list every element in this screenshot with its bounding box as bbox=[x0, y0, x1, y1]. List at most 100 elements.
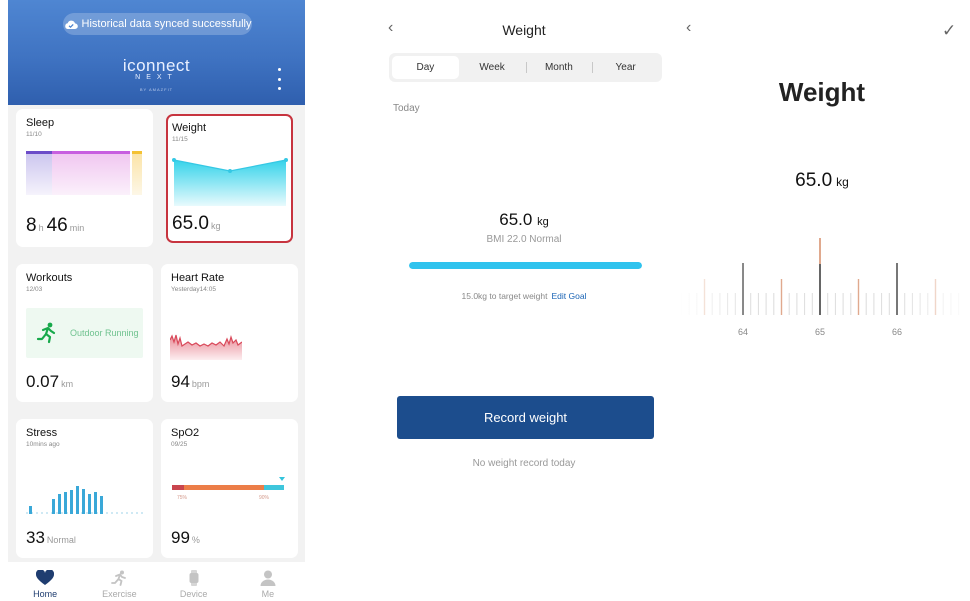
tab-year[interactable]: Year bbox=[592, 56, 659, 79]
weight-point bbox=[172, 158, 176, 162]
nav-label: Exercise bbox=[102, 589, 137, 599]
heart-rate-card[interactable]: Heart Rate Yesterday14:05 94 bpm bbox=[161, 264, 298, 402]
card-date: Yesterday14:05 bbox=[171, 286, 216, 293]
bmi-status: BMI 22.0 Normal bbox=[486, 234, 562, 245]
nav-label: Device bbox=[179, 589, 208, 599]
stress-value: 33 Normal bbox=[26, 528, 76, 547]
spo2-mid-segment bbox=[184, 485, 264, 490]
nav-me[interactable]: Me bbox=[231, 562, 305, 601]
sleep-light-segment bbox=[52, 151, 130, 195]
heart-rate-value: 94 bpm bbox=[171, 372, 210, 391]
weight-point bbox=[284, 158, 288, 162]
workouts-card[interactable]: Workouts 12/03 Outdoor Running 0.07 km bbox=[16, 264, 153, 402]
latest-workout: Outdoor Running bbox=[26, 308, 143, 358]
stress-bar bbox=[82, 489, 85, 514]
page-title: Weight bbox=[502, 22, 546, 38]
record-weight-button[interactable]: Record weight bbox=[397, 396, 654, 439]
weight-card[interactable]: Weight 11/15 65.0 kg bbox=[166, 114, 293, 243]
spo2-card[interactable]: SpO2 09/25 75% 90% 99% bbox=[161, 419, 298, 558]
heart-icon bbox=[36, 570, 55, 585]
stress-bar bbox=[29, 506, 32, 514]
ruler-label: 65 bbox=[815, 327, 825, 337]
tab-week[interactable]: Week bbox=[459, 56, 526, 79]
app-logo: iconnect bbox=[122, 56, 191, 75]
card-date: 09/25 bbox=[171, 441, 188, 448]
sleep-duration: 8 h 46 min bbox=[26, 215, 85, 236]
sync-banner-text: Historical data synced successfully bbox=[81, 18, 252, 30]
card-title: Weight bbox=[172, 122, 207, 134]
spo2-tick-low: 75% bbox=[177, 495, 188, 501]
dashboard-header: Historical data synced successfully icon… bbox=[8, 0, 305, 105]
weight-progress-bar bbox=[409, 262, 642, 269]
back-icon[interactable]: ‹ bbox=[686, 19, 691, 37]
page-title: Weight bbox=[778, 77, 866, 107]
weight-progress-fill bbox=[409, 262, 642, 269]
spo2-tick-high: 90% bbox=[259, 495, 270, 501]
ruler-label: 66 bbox=[892, 327, 902, 337]
person-icon bbox=[260, 570, 276, 586]
stress-bar bbox=[70, 490, 73, 514]
sleep-card[interactable]: Sleep 11/10 8 h 46 min bbox=[16, 109, 153, 247]
card-date: 11/15 bbox=[172, 136, 188, 143]
stress-bar bbox=[100, 496, 103, 514]
card-title: Sleep bbox=[26, 117, 55, 129]
target-weight-text: 15.0kg to target weight bbox=[461, 291, 548, 301]
spo2-marker-icon bbox=[279, 477, 285, 481]
card-date: 11/10 bbox=[26, 131, 42, 138]
heart-rate-chart bbox=[170, 334, 242, 360]
card-title: Workouts bbox=[26, 272, 73, 284]
tab-day[interactable]: Day bbox=[392, 56, 459, 79]
running-icon bbox=[111, 570, 127, 586]
stress-card[interactable]: Stress 10mins ago 33 Normal bbox=[16, 419, 153, 558]
stress-bar bbox=[64, 492, 67, 514]
running-icon bbox=[36, 322, 56, 344]
period-label: Today bbox=[393, 103, 420, 114]
nav-exercise[interactable]: Exercise bbox=[82, 562, 156, 601]
stress-bar bbox=[94, 492, 97, 514]
dashboard-screen: Historical data synced successfully icon… bbox=[8, 0, 305, 601]
weight-value: 65.0 kg bbox=[172, 213, 221, 234]
nav-label: Home bbox=[33, 589, 58, 599]
nav-label: Me bbox=[261, 589, 275, 599]
stress-chart bbox=[26, 486, 144, 514]
spo2-normal-segment bbox=[264, 485, 284, 490]
stress-bar bbox=[88, 494, 91, 514]
nav-device[interactable]: Device bbox=[157, 562, 231, 601]
weight-ruler-slider[interactable]: 64 65 66 bbox=[680, 230, 970, 345]
stress-bar bbox=[58, 494, 61, 514]
confirm-check-icon[interactable]: ✓ bbox=[942, 21, 956, 41]
bottom-navigation: Home Exercise Device Me bbox=[8, 562, 305, 601]
weight-point bbox=[228, 169, 232, 173]
card-date: 10mins ago bbox=[26, 441, 60, 448]
weight-value: 65.0 kg bbox=[499, 210, 549, 229]
card-title: Stress bbox=[26, 427, 58, 439]
selected-weight: 65.0 kg bbox=[795, 170, 849, 191]
card-title: Heart Rate bbox=[171, 272, 225, 284]
edit-goal-link[interactable]: Edit Goal bbox=[552, 291, 587, 301]
spo2-range-bar bbox=[172, 477, 285, 490]
ruler-label: 64 bbox=[738, 327, 748, 337]
period-tabs: Day Week Month Year bbox=[389, 53, 662, 82]
watch-icon bbox=[189, 570, 199, 586]
workout-distance: 0.07 km bbox=[26, 372, 74, 391]
card-title: SpO2 bbox=[171, 427, 200, 439]
spo2-value: 99% bbox=[171, 528, 200, 547]
stress-bar bbox=[76, 486, 79, 514]
tab-month[interactable]: Month bbox=[525, 56, 593, 79]
app-logo-tagline: BY AMAZFIT bbox=[139, 87, 174, 92]
app-logo-sub: NEXT bbox=[135, 74, 178, 81]
target-weight-info: 15.0kg to target weight Edit Goal bbox=[378, 291, 670, 301]
nav-home[interactable]: Home bbox=[8, 562, 82, 601]
weight-trend-chart bbox=[172, 158, 288, 206]
stress-bar bbox=[52, 499, 55, 514]
sleep-deep-segment bbox=[26, 151, 52, 195]
more-options-icon[interactable] bbox=[274, 68, 284, 90]
weight-trend-area bbox=[174, 160, 286, 206]
weight-picker-screen: ‹ ✓ Weight 65.0 kg 64 65 66 bbox=[680, 0, 970, 601]
cloud-check-icon bbox=[64, 20, 78, 29]
sleep-chart bbox=[26, 151, 142, 195]
sync-banner: Historical data synced successfully bbox=[63, 13, 252, 35]
weight-day-screen: ‹ Weight Day Week Month Year Today 65.0 … bbox=[378, 0, 670, 601]
workout-type: Outdoor Running bbox=[70, 328, 139, 338]
spo2-low-segment bbox=[172, 485, 184, 490]
